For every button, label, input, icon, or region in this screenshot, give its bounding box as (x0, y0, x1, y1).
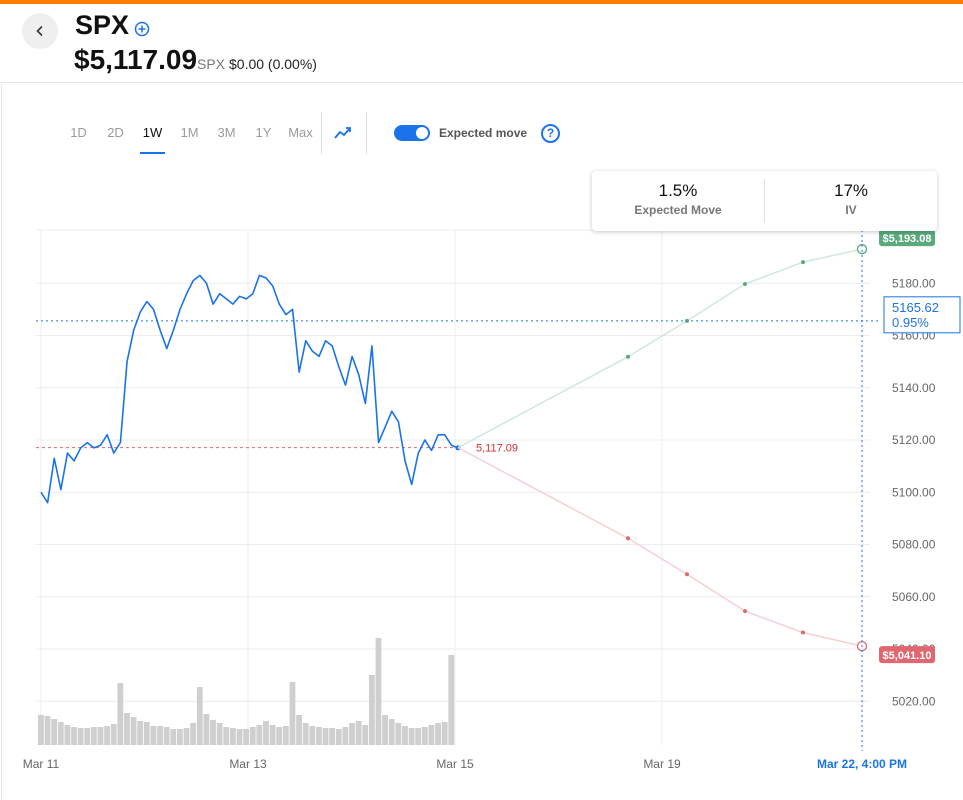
price-chart[interactable]: 5180.005160.005140.005120.005100.005080.… (0, 0, 963, 800)
volume-bar (77, 728, 84, 745)
volume-bar (143, 722, 150, 745)
volume-bar (342, 727, 349, 745)
volume-bar (177, 729, 183, 745)
volume-bar (395, 723, 402, 745)
volume-bar (183, 728, 190, 745)
volume-bar (421, 727, 428, 745)
iv-label: IV (845, 203, 857, 217)
volume-bar (329, 728, 336, 745)
volume-bar (362, 725, 369, 745)
volume-bar (402, 726, 408, 745)
volume-bar (263, 721, 269, 745)
volume-bar (296, 715, 302, 745)
volume-bar (428, 725, 435, 745)
price-series-line (40, 274, 459, 504)
volume-bar (269, 725, 276, 745)
volume-bar (236, 729, 243, 745)
expected-move-card: 1.5% Expected Move 17% IV (592, 171, 937, 231)
expected-move-stat: 1.5% Expected Move (592, 171, 764, 231)
y-tick-label: 5140.00 (892, 381, 936, 395)
volume-bar (190, 723, 197, 745)
volume-bar (64, 725, 71, 745)
volume-bar (216, 723, 223, 745)
volume-bar (157, 726, 163, 745)
volume-bar (256, 725, 263, 745)
volume-bar (382, 715, 389, 745)
volume-bar (229, 728, 236, 745)
x-tick-label: Mar 13 (229, 757, 267, 771)
volume-bar (355, 721, 362, 745)
volume-bar (408, 728, 415, 745)
volume-bar (124, 713, 130, 745)
volume-bar (203, 714, 210, 745)
volume-bar (44, 716, 51, 745)
volume-bar (335, 729, 342, 745)
volume-bar (441, 722, 448, 745)
volume-bar (249, 727, 256, 745)
volume-bar (196, 687, 203, 745)
volume-bar (117, 683, 124, 745)
iv-stat: 17% IV (765, 171, 937, 231)
volume-bar (38, 715, 44, 745)
volume-bar (302, 723, 309, 745)
y-tick-label: 5120.00 (892, 433, 936, 447)
upper-band-line (457, 248, 863, 449)
y-tick-label: 5180.00 (892, 276, 936, 290)
volume-bar (130, 717, 137, 745)
expected-move-value: 1.5% (658, 181, 698, 200)
hover-pct-label: 0.95% (892, 315, 929, 330)
volume-bar (316, 727, 322, 745)
upper-target-label: $5,193.08 (883, 233, 932, 245)
volume-bar (388, 719, 395, 745)
volume-bar (71, 727, 77, 745)
volume-bar (137, 721, 144, 745)
lower-band-point (685, 572, 689, 577)
upper-band-point (685, 318, 689, 323)
volume-bar (90, 727, 97, 745)
upper-band-point (801, 260, 805, 265)
iv-value: 17% (833, 181, 869, 200)
y-tick-label: 5100.00 (892, 485, 936, 499)
hover-date-label: Mar 22, 4:00 PM (817, 757, 907, 771)
volume-bar (415, 728, 422, 745)
lower-band-point (626, 536, 630, 541)
volume-bar (375, 638, 382, 745)
volume-bar (51, 719, 58, 745)
volume-bar (322, 728, 329, 745)
expected-move-stat-label: Expected Move (634, 203, 722, 217)
volume-bar (289, 682, 296, 745)
lower-target-label: $5,041.10 (883, 650, 932, 662)
y-tick-label: 5060.00 (892, 590, 936, 604)
volume-bar (282, 726, 289, 745)
volume-bar (163, 727, 170, 745)
volume-bar (368, 675, 375, 745)
volume-bar (276, 727, 283, 745)
upper-band-point (743, 282, 747, 287)
hover-price-label: 5165.62 (892, 300, 939, 315)
volume-bar (170, 729, 177, 745)
x-tick-label: Mar 15 (436, 757, 474, 771)
volume-bar (104, 726, 111, 745)
x-tick-label: Mar 11 (23, 757, 60, 771)
x-tick-label: Mar 19 (643, 757, 681, 771)
volume-bar (57, 722, 64, 745)
volume-bar (349, 723, 355, 745)
volume-bar (223, 727, 230, 745)
volume-bar (309, 726, 316, 745)
volume-bar (97, 727, 104, 745)
volume-bar (150, 726, 157, 745)
lower-band-point (743, 609, 747, 614)
upper-band-point (626, 354, 630, 359)
volume-bar (448, 655, 455, 745)
volume-bar (435, 723, 441, 745)
volume-bar (110, 724, 117, 745)
lower-band-line (457, 446, 863, 647)
volume-bar (243, 729, 250, 745)
current-price-label: 5,117.09 (476, 443, 518, 455)
lower-band-point (801, 630, 805, 635)
y-tick-label: 5020.00 (892, 694, 936, 708)
volume-bar (210, 720, 216, 745)
volume-bar (84, 728, 91, 745)
y-tick-label: 5080.00 (892, 538, 936, 552)
